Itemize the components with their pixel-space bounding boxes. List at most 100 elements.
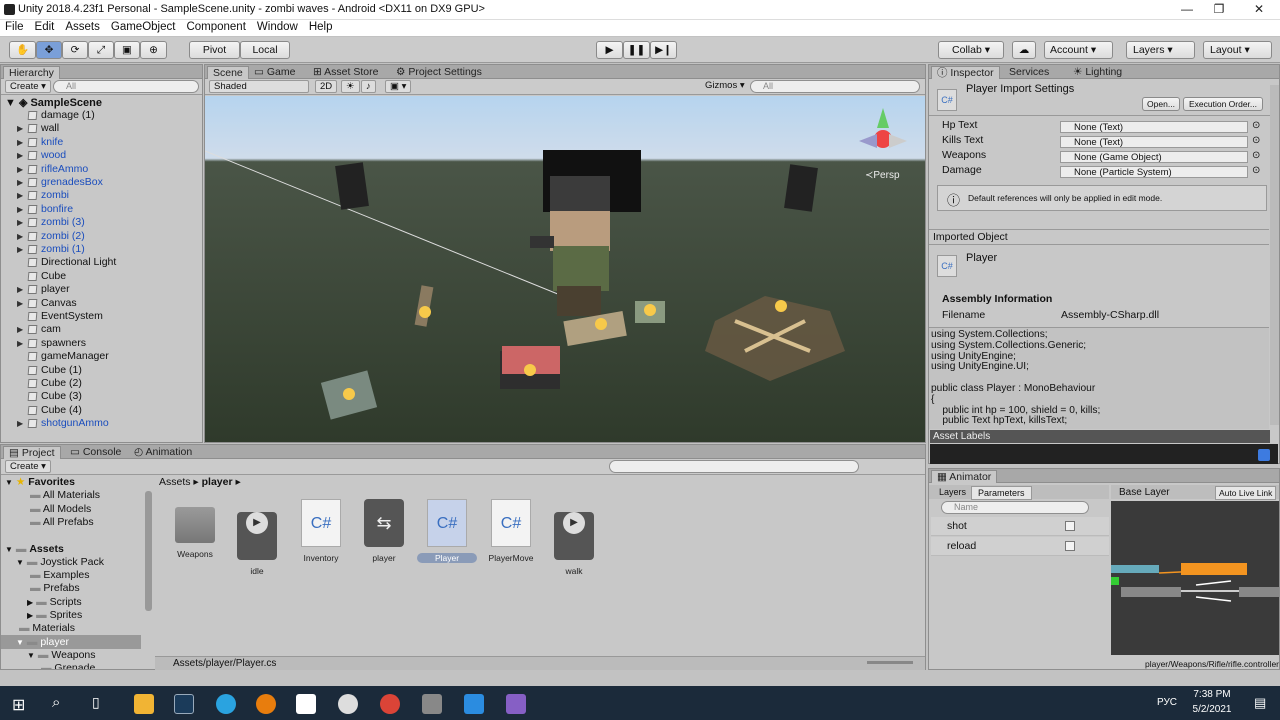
- project-tree-scrollbar[interactable]: [145, 491, 152, 611]
- maximize-button[interactable]: ❐: [1204, 2, 1234, 16]
- parameter-row[interactable]: reload: [931, 537, 1109, 556]
- windows-start-icon[interactable]: ⊞: [12, 695, 25, 715]
- any-state[interactable]: [1111, 577, 1119, 585]
- scene-viewport[interactable]: ≺Persp: [205, 96, 925, 442]
- clock-time[interactable]: 7:38 PM: [1190, 689, 1234, 700]
- project-tree-item[interactable]: [5, 528, 8, 542]
- parameter-row[interactable]: shot: [931, 517, 1109, 536]
- project-tree-item[interactable]: ▬ Prefabs: [27, 581, 80, 595]
- asset-item[interactable]: ⇆ player: [354, 499, 414, 563]
- object-picker-icon[interactable]: ⊙: [1252, 165, 1260, 176]
- tab-project[interactable]: ▤ Project: [3, 446, 61, 459]
- 2d-toggle[interactable]: 2D: [315, 80, 338, 93]
- menu-component[interactable]: Component: [181, 20, 251, 33]
- breadcrumb-player[interactable]: player: [202, 476, 233, 488]
- account-dropdown[interactable]: Account ▾: [1044, 41, 1113, 59]
- tree-arrow-icon[interactable]: ▼: [16, 558, 24, 567]
- object-field[interactable]: None (Particle System): [1060, 166, 1248, 178]
- expand-arrow-icon[interactable]: ▶: [17, 149, 23, 162]
- object-field[interactable]: None (Game Object): [1060, 151, 1248, 163]
- object-picker-icon[interactable]: ⊙: [1252, 120, 1260, 131]
- hierarchy-item[interactable]: ▶ wood: [1, 149, 197, 162]
- step-button[interactable]: ▶❙: [650, 41, 677, 59]
- blender-icon[interactable]: [256, 694, 276, 714]
- scale-tool-icon[interactable]: ⤢: [88, 41, 114, 59]
- close-button[interactable]: ✕: [1244, 2, 1274, 16]
- expand-arrow-icon[interactable]: ▶: [17, 176, 23, 189]
- reload-state[interactable]: [1239, 587, 1279, 597]
- tab-animation[interactable]: ◴ Animation: [129, 446, 197, 459]
- layout-dropdown[interactable]: Layout ▾: [1203, 41, 1272, 59]
- expand-arrow-icon[interactable]: ▶: [17, 189, 23, 202]
- object-field[interactable]: None (Text): [1060, 121, 1248, 133]
- shot-state[interactable]: [1121, 587, 1181, 597]
- minimize-button[interactable]: —: [1172, 2, 1202, 16]
- menu-assets[interactable]: Assets: [60, 20, 106, 33]
- expand-arrow-icon[interactable]: ▶: [17, 297, 23, 310]
- hierarchy-item[interactable]: ▶ spawners: [1, 337, 197, 350]
- hierarchy-item[interactable]: Cube (4): [1, 404, 197, 417]
- hierarchy-item[interactable]: ▶ knife: [1, 136, 197, 149]
- hierarchy-item[interactable]: ▶ zombi (3): [1, 216, 197, 229]
- file-explorer-icon[interactable]: [134, 694, 154, 714]
- tab-animator[interactable]: ▦ Animator: [931, 470, 998, 483]
- expand-arrow-icon[interactable]: ▶: [17, 283, 23, 296]
- asset-item[interactable]: ▶ walk: [544, 499, 604, 576]
- project-tree-item[interactable]: ▼ ▬ player: [1, 634, 141, 649]
- app-store-icon[interactable]: [464, 694, 484, 714]
- hand-tool-icon[interactable]: ✋: [9, 41, 36, 59]
- icon-size-slider[interactable]: [867, 661, 913, 664]
- auto-live-link-button[interactable]: Auto Live Link: [1215, 486, 1277, 500]
- tab-game[interactable]: ▭ Game: [249, 66, 300, 79]
- hierarchy-item[interactable]: ▶ rifleAmmo: [1, 163, 197, 176]
- tab-inspector[interactable]: ⓘ Inspector: [931, 66, 1000, 79]
- audio-toggle-icon[interactable]: ♪: [361, 80, 376, 93]
- hierarchy-item[interactable]: ▶ zombi (1): [1, 243, 197, 256]
- project-tree-item[interactable]: ▼ ▬ Joystick Pack: [16, 555, 104, 569]
- hierarchy-item[interactable]: Cube: [1, 270, 197, 283]
- notifications-icon[interactable]: ▤: [1254, 695, 1266, 711]
- inspector-scrollbar[interactable]: [1270, 85, 1279, 425]
- tree-arrow-icon[interactable]: ▼: [16, 638, 24, 647]
- pause-button[interactable]: ❚❚: [623, 41, 650, 59]
- object-picker-icon[interactable]: ⊙: [1252, 150, 1260, 161]
- move-tool-icon[interactable]: ✥: [36, 41, 62, 59]
- project-tree-item[interactable]: ▶ ▬ Sprites: [27, 608, 82, 622]
- project-create-button[interactable]: Create ▾: [5, 460, 51, 473]
- default-state[interactable]: [1181, 563, 1247, 575]
- expand-arrow-icon[interactable]: ▶: [17, 163, 23, 176]
- shield-app-icon[interactable]: [338, 694, 358, 714]
- menu-file[interactable]: File: [0, 20, 30, 33]
- hierarchy-search-input[interactable]: All: [53, 80, 199, 93]
- menu-help[interactable]: Help: [304, 20, 339, 33]
- trigger-checkbox[interactable]: [1065, 541, 1075, 551]
- asset-item[interactable]: C# Player: [417, 499, 477, 563]
- hierarchy-item[interactable]: ▶ bonfire: [1, 203, 197, 216]
- tab-lighting[interactable]: ☀ Lighting: [1068, 66, 1127, 79]
- hierarchy-item[interactable]: Cube (3): [1, 390, 197, 403]
- project-tree-item[interactable]: ▬ All Models: [27, 502, 91, 516]
- cloud-icon[interactable]: ☁: [1012, 41, 1036, 59]
- object-field[interactable]: None (Text): [1060, 136, 1248, 148]
- project-tree-item[interactable]: ▬ Grenade: [38, 661, 95, 669]
- parameter-search-input[interactable]: Name: [941, 501, 1089, 514]
- expand-arrow-icon[interactable]: ▶: [17, 230, 23, 243]
- menu-gameobject[interactable]: GameObject: [106, 20, 182, 33]
- chrome-icon[interactable]: [380, 694, 400, 714]
- tree-arrow-icon[interactable]: ▼: [5, 545, 13, 554]
- perspective-label[interactable]: ≺Persp: [865, 170, 900, 181]
- hierarchy-item[interactable]: gameManager: [1, 350, 197, 363]
- hierarchy-item[interactable]: ▶ player: [1, 283, 197, 296]
- hierarchy-item[interactable]: ▶ zombi: [1, 189, 197, 202]
- rotate-tool-icon[interactable]: ⟳: [62, 41, 88, 59]
- hierarchy-item[interactable]: ▶ cam: [1, 323, 197, 336]
- tab-console[interactable]: ▭ Console: [65, 446, 126, 459]
- task-view-icon[interactable]: ▯: [92, 694, 100, 711]
- expand-arrow-icon[interactable]: ▶: [17, 417, 23, 430]
- asset-item[interactable]: C# Inventory: [291, 499, 351, 563]
- breadcrumb-assets[interactable]: Assets: [159, 476, 191, 488]
- expand-arrow-icon[interactable]: ▶: [17, 122, 23, 135]
- project-tree-item[interactable]: ▬ All Prefabs: [27, 515, 94, 529]
- unity-taskbar-icon[interactable]: [296, 694, 316, 714]
- language-indicator[interactable]: РУС: [1157, 697, 1177, 708]
